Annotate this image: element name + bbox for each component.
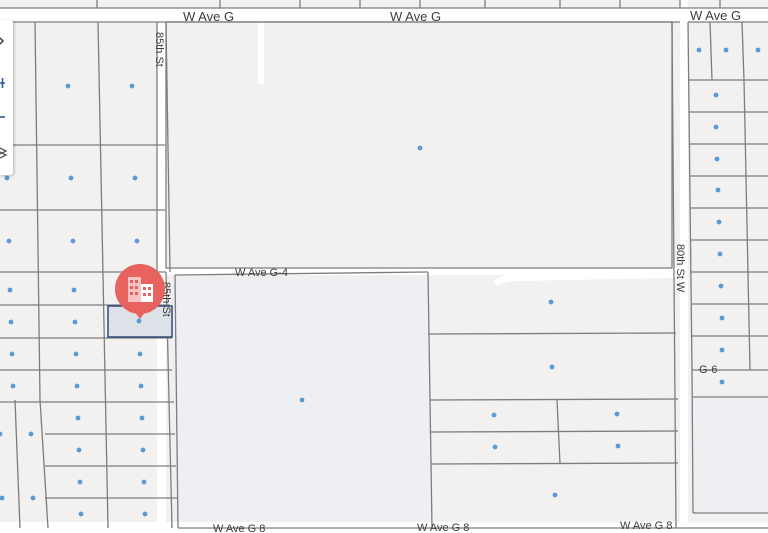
chevron-icon: [0, 37, 4, 45]
layers-icon: [0, 147, 8, 159]
label-w-ave-g-8-right: W Ave G 8: [620, 520, 672, 532]
label-85th-st: 85th St: [153, 32, 165, 67]
label-80th-st-w: 80th St W: [674, 244, 686, 293]
chevron-button[interactable]: [0, 28, 13, 58]
label-w-ave-g-center: W Ave G: [390, 9, 441, 24]
zoom-out-button[interactable]: [0, 102, 13, 132]
location-marker[interactable]: [114, 264, 166, 320]
label-w-ave-g-4: W Ave G-4: [235, 267, 288, 279]
zoom-in-button[interactable]: [0, 68, 13, 98]
label-w-ave-g-8-left: W Ave G 8: [213, 523, 265, 533]
label-w-ave-g-left: W Ave G: [183, 9, 234, 24]
layers-button[interactable]: [0, 138, 13, 168]
map-toolbar: [0, 20, 13, 175]
label-g-6: G-6: [699, 364, 717, 376]
label-w-ave-g-right: W Ave G: [690, 8, 741, 23]
label-w-ave-g-8-center: W Ave G 8: [417, 522, 469, 533]
zoom-in-icon: [0, 78, 5, 88]
parcel-lower-right[interactable]: [693, 397, 768, 513]
